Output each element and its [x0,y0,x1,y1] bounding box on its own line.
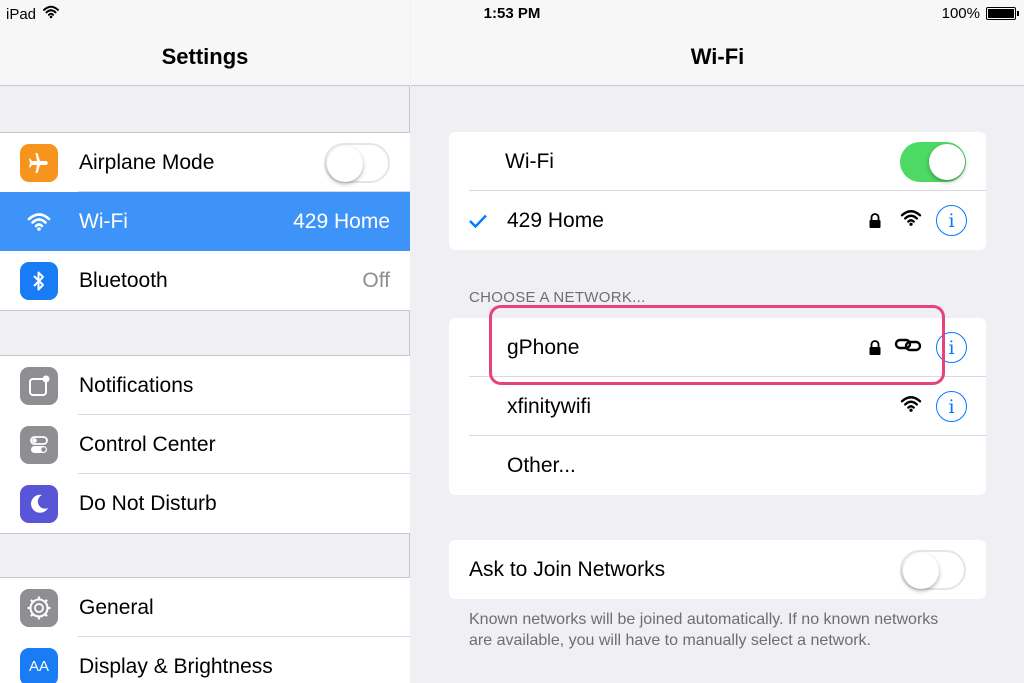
wifi-toggle-row: Wi-Fi [449,132,986,191]
lock-icon [868,212,882,229]
bluetooth-status: Off [362,268,390,292]
sidebar-item-label: Notifications [79,373,194,397]
wifi-signal-icon [900,209,922,232]
wifi-main-card: Wi-Fi 429 Home i [449,132,986,250]
ask-to-join-footnote: Known networks will be joined automatica… [469,611,939,649]
network-row-xfinitywifi[interactable]: xfinitywifi i [449,377,986,436]
network-row-gphone[interactable]: gPhone i [449,318,986,377]
network-info-button[interactable]: i [936,332,967,363]
checkmark-icon [469,208,487,234]
connected-network-row[interactable]: 429 Home i [449,191,986,250]
status-bar: iPad 1:53 PM 100% [0,0,1024,28]
airplane-mode-toggle[interactable] [324,142,390,183]
sidebar-item-label: Wi-Fi [79,209,128,233]
sidebar-item-label: Control Center [79,432,216,456]
network-row-other[interactable]: Other... [449,436,986,495]
network-info-button[interactable]: i [936,391,967,422]
settings-group-connectivity: Airplane Mode Wi-Fi 429 Home Bluetooth O… [0,132,410,311]
wifi-detail-pane: Wi-Fi Wi-Fi 429 Home i CHOOSE A NETWORK.… [411,0,1024,683]
control-center-icon [20,425,58,464]
sidebar-item-general[interactable]: General [0,578,410,637]
sidebar-item-wifi[interactable]: Wi-Fi 429 Home [0,192,410,251]
network-list-card: gPhone i xfinitywifi i Other... [449,318,986,495]
battery-icon [986,7,1019,20]
ask-to-join-label: Ask to Join Networks [469,557,666,581]
bluetooth-icon [20,261,58,300]
sidebar-item-do-not-disturb[interactable]: Do Not Disturb [0,474,410,533]
settings-title: Settings [161,44,249,69]
airplane-icon [20,143,58,182]
wifi-signal-icon [900,395,922,418]
connected-network-name: 429 Home [507,208,604,232]
wifi-current-network: 429 Home [293,209,390,233]
ask-to-join-row: Ask to Join Networks [449,540,986,599]
wifi-title: Wi-Fi [690,44,745,69]
network-info-button[interactable]: i [936,205,967,236]
personal-hotspot-link-icon [894,336,922,359]
network-name: xfinitywifi [507,394,592,418]
choose-network-header: CHOOSE A NETWORK... [469,289,646,306]
status-time: 1:53 PM [483,5,541,22]
sidebar-item-airplane-mode[interactable]: Airplane Mode [0,133,410,192]
ask-to-join-card: Ask to Join Networks [449,540,986,599]
sidebar-item-label: General [79,595,154,619]
wifi-icon [20,202,58,241]
sidebar-item-label: Airplane Mode [79,150,215,174]
wifi-toggle-label: Wi-Fi [505,149,554,173]
sidebar-item-label: Do Not Disturb [79,491,217,515]
settings-group-notifications: Notifications Control Center Do Not Dist… [0,355,410,534]
display-icon: AA [20,647,58,683]
network-name: Other... [507,453,576,477]
notifications-icon [20,366,58,405]
gear-icon [20,588,58,627]
settings-sidebar: Settings Airplane Mode Wi-Fi 429 Home Bl… [0,0,410,683]
ask-to-join-toggle[interactable] [900,549,966,590]
sidebar-item-label: Bluetooth [79,268,168,292]
wifi-toggle[interactable] [900,141,966,182]
sidebar-item-label: Display & Brightness [79,654,273,678]
settings-group-general: General AA Display & Brightness [0,577,410,683]
sidebar-item-notifications[interactable]: Notifications [0,356,410,415]
sidebar-item-display-brightness[interactable]: AA Display & Brightness [0,637,410,683]
network-name: gPhone [507,335,580,359]
sidebar-item-bluetooth[interactable]: Bluetooth Off [0,251,410,310]
lock-icon [868,339,882,356]
battery-percent: 100% [941,5,980,22]
sidebar-item-control-center[interactable]: Control Center [0,415,410,474]
moon-icon [20,484,58,523]
